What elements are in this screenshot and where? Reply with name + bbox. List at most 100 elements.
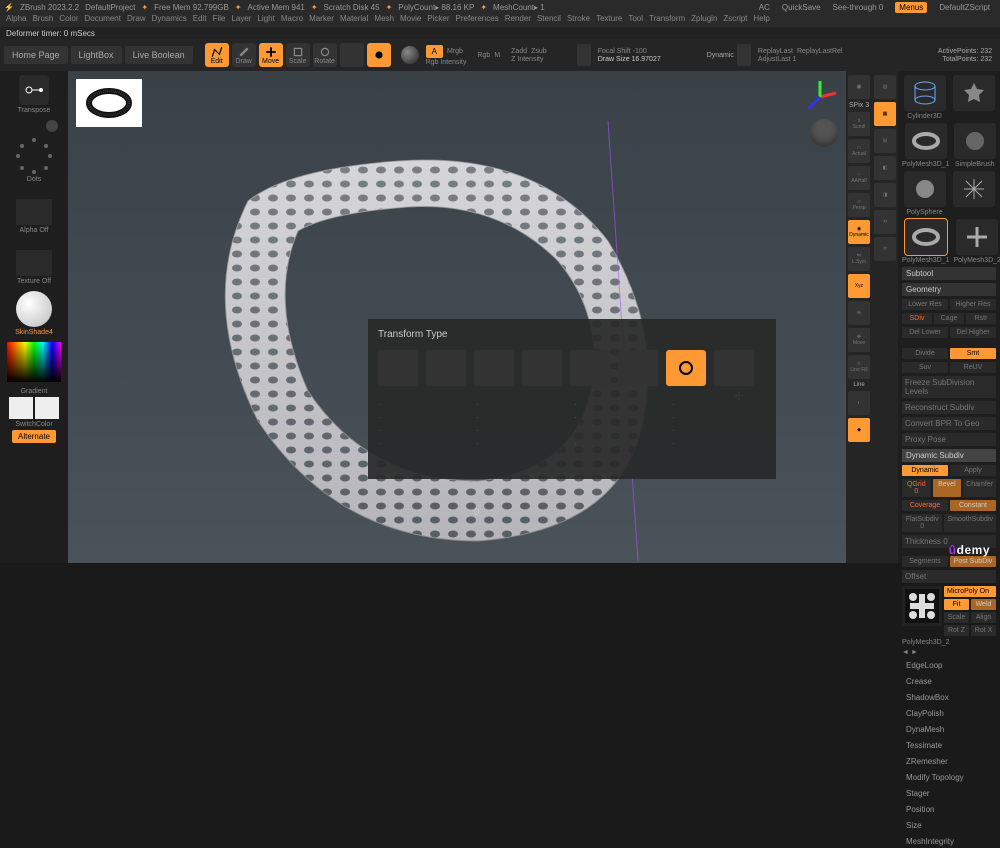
divide[interactable]: Divide bbox=[902, 348, 948, 359]
del-lower[interactable]: Del Lower bbox=[902, 327, 948, 338]
transform-opt-7-active[interactable] bbox=[666, 350, 706, 386]
color-picker[interactable] bbox=[7, 342, 61, 382]
persp-icon[interactable]: ▱Persp bbox=[848, 193, 870, 217]
tool-simplebrush[interactable] bbox=[954, 123, 996, 159]
strip-extra-2[interactable]: ◆ bbox=[848, 418, 870, 442]
chamfer[interactable]: Chamfer bbox=[963, 479, 996, 497]
stripb-5[interactable]: ◨ bbox=[874, 183, 896, 207]
tab-lightbox[interactable]: LightBox bbox=[71, 46, 122, 64]
m-toggle[interactable]: M bbox=[494, 52, 500, 59]
menu-help[interactable]: Help bbox=[753, 14, 769, 27]
item-position[interactable]: Position bbox=[902, 803, 996, 816]
rotate-tool[interactable]: Rotate bbox=[313, 43, 337, 67]
draw-tool[interactable]: Draw bbox=[232, 43, 256, 67]
dynamic-icon[interactable]: ◉Dynamic bbox=[848, 220, 870, 244]
geometry-header[interactable]: Geometry bbox=[902, 283, 996, 296]
menu-dynamics[interactable]: Dynamics bbox=[152, 14, 187, 27]
smt[interactable]: Smt bbox=[950, 348, 996, 359]
adjust-last[interactable]: AdjustLast 1 bbox=[758, 56, 843, 63]
micropoly-thumb[interactable] bbox=[902, 586, 942, 626]
transform-opt-3[interactable] bbox=[474, 350, 514, 386]
s-toggle[interactable] bbox=[577, 44, 591, 66]
bevel[interactable]: Bevel bbox=[933, 479, 962, 497]
alpha-slot[interactable] bbox=[16, 199, 52, 225]
actual-icon[interactable]: □Actual bbox=[848, 139, 870, 163]
toolbar-extra-2[interactable] bbox=[367, 43, 391, 67]
r-toggle[interactable] bbox=[737, 44, 751, 66]
menu-mesh[interactable]: Mesh bbox=[374, 14, 394, 27]
tool-polymesh3d-1b[interactable] bbox=[905, 219, 947, 255]
menu-layer[interactable]: Layer bbox=[231, 14, 251, 27]
item-dynamesh[interactable]: DynaMesh bbox=[902, 723, 996, 736]
suv[interactable]: Suv bbox=[902, 362, 948, 373]
move-canvas-icon[interactable]: ✥Move bbox=[848, 328, 870, 352]
lower-res[interactable]: Lower Res bbox=[902, 299, 948, 310]
rotz-btn[interactable]: Rot Z bbox=[944, 625, 969, 636]
rstr[interactable]: Rstr bbox=[966, 313, 996, 324]
tool-cylinder3d[interactable] bbox=[904, 75, 946, 111]
transform-opt-6[interactable] bbox=[618, 350, 658, 386]
menu-edit[interactable]: Edit bbox=[193, 14, 207, 27]
lsym-icon[interactable]: ⇋L.Sym bbox=[848, 247, 870, 271]
cage[interactable]: Cage bbox=[934, 313, 964, 324]
item-zremesher[interactable]: ZRemesher bbox=[902, 755, 996, 768]
item-edgeloop[interactable]: EdgeLoop bbox=[902, 659, 996, 672]
axis-gizmo[interactable] bbox=[802, 79, 838, 115]
micropoly-on[interactable]: MicroPoly On bbox=[944, 586, 996, 597]
aahalf-icon[interactable]: ▫AAHalf bbox=[848, 166, 870, 190]
item-size[interactable]: Size bbox=[902, 819, 996, 832]
item-meshintegrity[interactable]: MeshIntegrity bbox=[902, 835, 996, 848]
replay-last-rel[interactable]: ReplayLastRel bbox=[797, 48, 843, 55]
menu-document[interactable]: Document bbox=[85, 14, 121, 27]
draw-size-slider[interactable]: Draw Size 16.97027 bbox=[598, 56, 700, 63]
item-claypolish[interactable]: ClayPolish bbox=[902, 707, 996, 720]
transform-opt-5[interactable] bbox=[570, 350, 610, 386]
sdiv[interactable]: SDiv bbox=[902, 313, 932, 324]
offset[interactable]: Offset bbox=[902, 570, 996, 583]
stripb-3[interactable]: ⊞ bbox=[874, 129, 896, 153]
flat-subdiv[interactable]: FlatSubdiv 0 bbox=[902, 514, 942, 532]
stripb-1[interactable]: ▥ bbox=[874, 75, 896, 99]
a-mode[interactable]: A bbox=[426, 45, 443, 58]
smooth-subdiv[interactable]: SmoothSubdiv bbox=[944, 514, 996, 532]
post-subdiv[interactable]: Post SubDiv bbox=[950, 556, 996, 567]
tool-star[interactable] bbox=[953, 75, 995, 111]
align-btn[interactable]: Align bbox=[971, 612, 996, 623]
menu-transform[interactable]: Transform bbox=[649, 14, 685, 27]
fit-btn[interactable]: Fit bbox=[944, 599, 969, 610]
scroll-icon[interactable]: ⇕Scroll bbox=[848, 112, 870, 136]
strip-extra-1[interactable]: ◐ bbox=[848, 391, 870, 415]
tool-snowflake[interactable] bbox=[953, 171, 995, 207]
focal-shift-slider[interactable]: Focal Shift -100 bbox=[598, 48, 700, 55]
menu-alpha[interactable]: Alpha bbox=[6, 14, 26, 27]
transpose-aux-icon[interactable] bbox=[46, 120, 58, 132]
material-sphere[interactable] bbox=[16, 291, 52, 327]
scale-tool[interactable]: Scale bbox=[286, 43, 310, 67]
higher-res[interactable]: Higher Res bbox=[950, 299, 996, 310]
dynamic-toggle[interactable]: Dynamic bbox=[707, 52, 734, 59]
freeze-subdiv[interactable]: Freeze SubDivision Levels bbox=[902, 376, 996, 398]
strip-bpr[interactable]: ▣ bbox=[848, 75, 870, 99]
menu-brush[interactable]: Brush bbox=[32, 14, 53, 27]
menu-texture[interactable]: Texture bbox=[596, 14, 622, 27]
menu-stencil[interactable]: Stencil bbox=[537, 14, 561, 27]
menu-picker[interactable]: Picker bbox=[427, 14, 449, 27]
apply-btn[interactable]: Apply bbox=[950, 465, 996, 476]
tab-liveboolean[interactable]: Live Boolean bbox=[125, 46, 193, 64]
del-higher[interactable]: Del Higher bbox=[950, 327, 996, 338]
texture-slot[interactable] bbox=[16, 250, 52, 276]
toolbar-extra-1[interactable] bbox=[340, 43, 364, 67]
item-modifytopology[interactable]: Modify Topology bbox=[902, 771, 996, 784]
proxy-pose[interactable]: Proxy Pose bbox=[902, 433, 996, 446]
rgb-toggle[interactable]: Rgb bbox=[477, 52, 490, 59]
dynamic-btn[interactable]: Dynamic bbox=[902, 465, 948, 476]
zadd-toggle[interactable]: Zadd bbox=[511, 48, 527, 55]
item-crease[interactable]: Crease bbox=[902, 675, 996, 688]
reconstruct-subdiv[interactable]: Reconstruct Subdiv bbox=[902, 401, 996, 414]
stripb-4[interactable]: ◧ bbox=[874, 156, 896, 180]
tool-polymesh3d-2[interactable] bbox=[956, 219, 998, 255]
item-tessimate[interactable]: Tessimate bbox=[902, 739, 996, 752]
zoom-icon[interactable]: ⊕ bbox=[848, 301, 870, 325]
transform-opt-1[interactable] bbox=[378, 350, 418, 386]
rotx-btn[interactable]: Rot X bbox=[971, 625, 996, 636]
